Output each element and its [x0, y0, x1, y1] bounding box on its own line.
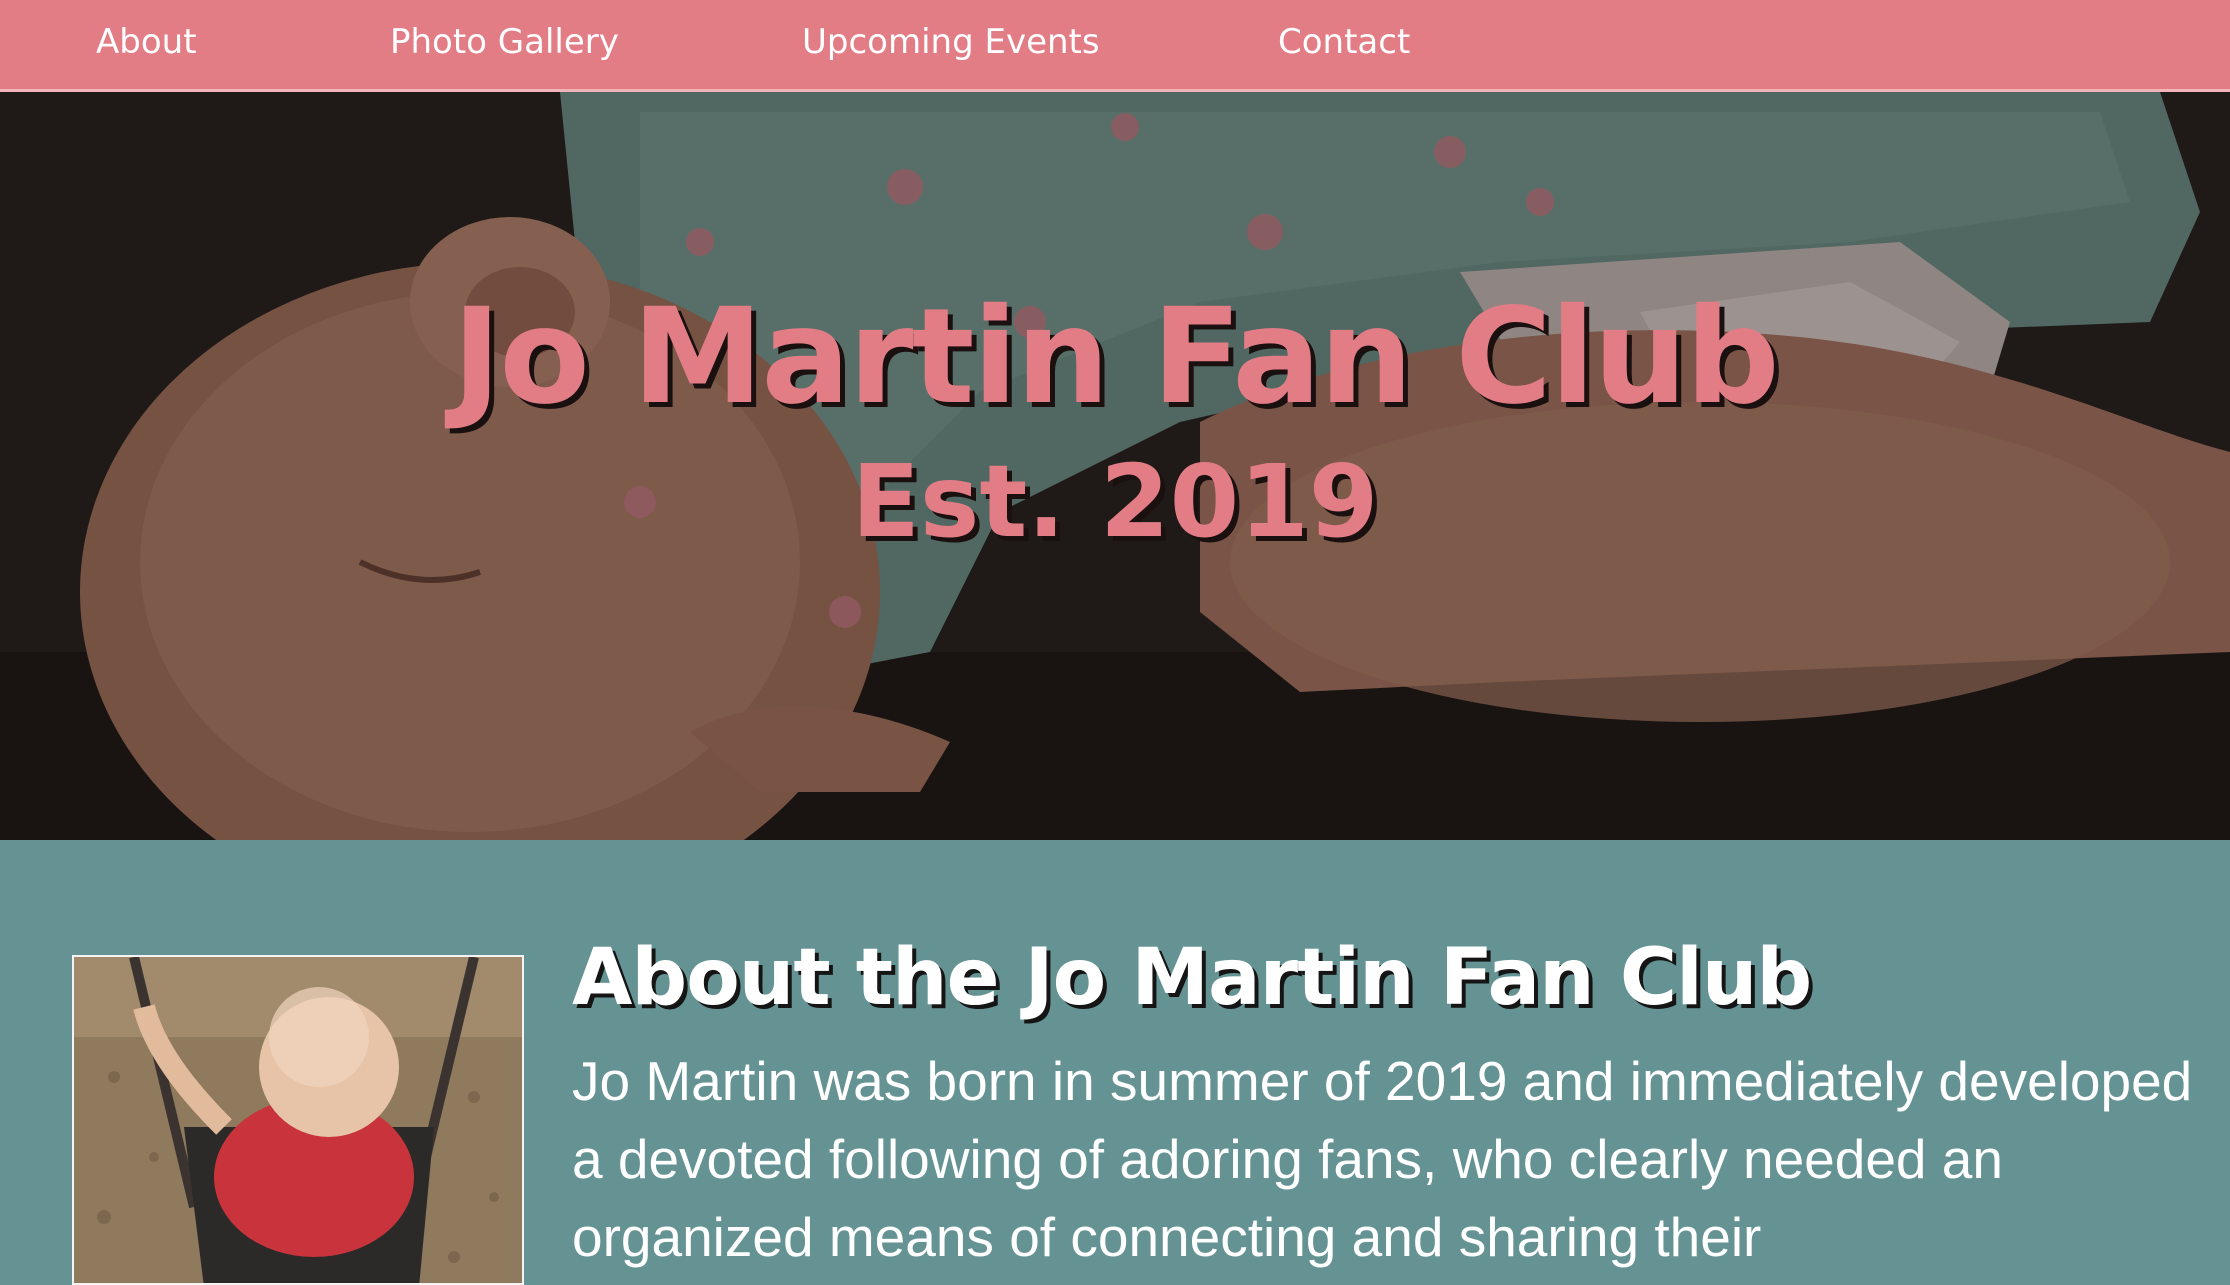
nav-link-about[interactable]: About — [96, 20, 197, 64]
nav-link-photo-gallery[interactable]: Photo Gallery — [390, 20, 619, 64]
about-heading: About the Jo Martin Fan Club — [572, 933, 1812, 1023]
about-paragraph: Jo Martin was born in summer of 2019 and… — [572, 1050, 2193, 1268]
baby-in-swing-image — [74, 957, 522, 1283]
hero-subtitle: Est. 2019 — [851, 443, 1379, 560]
about-baby-swing-photo — [72, 955, 524, 1285]
hero-banner: Jo Martin Fan Club Est. 2019 — [0, 92, 2230, 840]
nav-link-upcoming-events[interactable]: Upcoming Events — [802, 20, 1100, 64]
nav-link-contact[interactable]: Contact — [1278, 20, 1410, 64]
top-navigation-bar: About Photo Gallery Upcoming Events Cont… — [0, 0, 2230, 92]
hero-title: Jo Martin Fan Club — [452, 280, 1780, 434]
about-section: About the Jo Martin Fan Club Jo Martin w… — [0, 840, 2230, 1285]
